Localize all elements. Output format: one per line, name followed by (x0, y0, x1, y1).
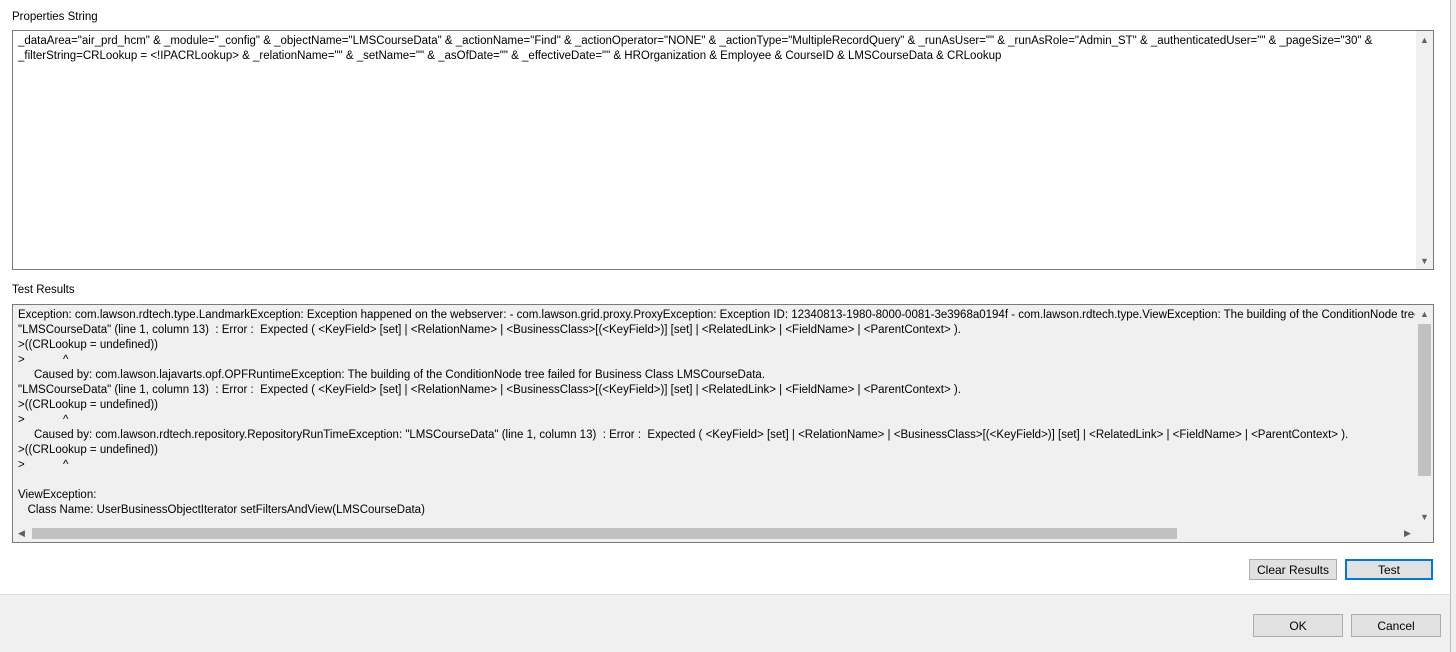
results-vertical-scrollbar[interactable]: ▲ ▼ (1416, 305, 1433, 525)
test-results-label: Test Results (12, 284, 75, 296)
scroll-down-icon[interactable]: ▼ (1416, 252, 1433, 269)
scroll-down-icon[interactable]: ▼ (1416, 508, 1433, 525)
result-line: "LMSCourseData" (line 1, column 13) : Er… (18, 384, 961, 396)
result-line (18, 473, 1415, 488)
properties-vertical-scrollbar[interactable]: ▲ ▼ (1416, 31, 1433, 269)
scroll-up-icon[interactable]: ▲ (1416, 31, 1433, 48)
scroll-right-icon[interactable]: ▶ (1399, 525, 1416, 542)
test-results-text[interactable]: Exception: com.lawson.rdtech.type.Landma… (18, 308, 1415, 524)
results-horizontal-scrollbar[interactable]: ◀ ▶ (13, 525, 1416, 542)
result-line: ViewException: (18, 489, 97, 501)
horizontal-scroll-thumb[interactable] (32, 528, 1177, 539)
window-edge (1450, 0, 1456, 652)
vertical-scroll-thumb[interactable] (1418, 324, 1431, 476)
result-line: >((CRLookup = undefined)) (18, 339, 158, 351)
scroll-left-icon[interactable]: ◀ (13, 525, 30, 542)
result-line: >((CRLookup = undefined)) (18, 399, 158, 411)
properties-string-text[interactable]: _dataArea="air_prd_hcm" & _module="_conf… (18, 34, 1415, 64)
scrollbar-corner (1416, 525, 1433, 542)
dialog-footer (0, 594, 1450, 652)
test-results-textarea[interactable]: Exception: com.lawson.rdtech.type.Landma… (12, 304, 1434, 543)
result-line: "LMSCourseData" (line 1, column 13) : Er… (18, 324, 961, 336)
scroll-up-icon[interactable]: ▲ (1416, 305, 1433, 322)
result-line: >((CRLookup = undefined)) (18, 444, 158, 456)
result-line: > ^ (18, 414, 69, 426)
result-line: > ^ (18, 459, 69, 471)
clear-results-button[interactable]: Clear Results (1249, 559, 1337, 580)
properties-string-textarea[interactable]: _dataArea="air_prd_hcm" & _module="_conf… (12, 30, 1434, 270)
result-line: Caused by: com.lawson.lajavarts.opf.OPFR… (18, 369, 766, 381)
result-line: > ^ (18, 354, 69, 366)
ok-button[interactable]: OK (1253, 614, 1343, 637)
cancel-button[interactable]: Cancel (1351, 614, 1441, 637)
test-button[interactable]: Test (1345, 559, 1433, 580)
result-line: Caused by: com.lawson.rdtech.repository.… (18, 429, 1349, 441)
result-line: Exception: com.lawson.rdtech.type.Landma… (18, 309, 1415, 321)
result-line: Class Name: UserBusinessObjectIterator s… (18, 504, 425, 516)
properties-string-label: Properties String (12, 11, 98, 23)
